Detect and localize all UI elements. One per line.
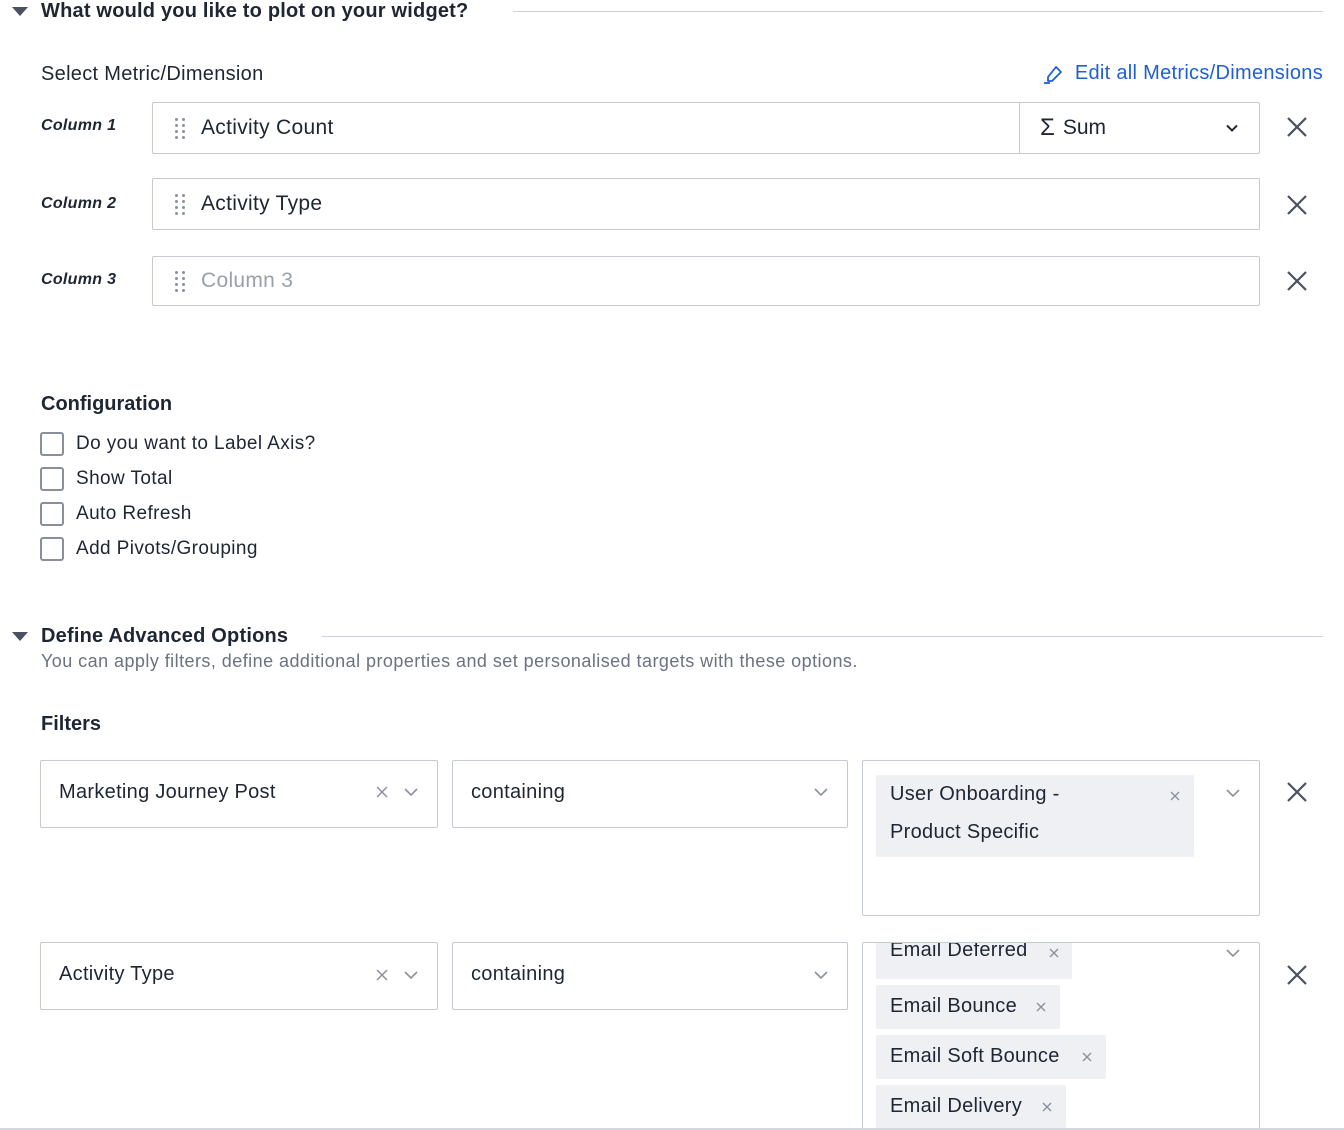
- clear-icon[interactable]: [376, 969, 388, 981]
- remove-chip-icon[interactable]: [1082, 1052, 1092, 1062]
- close-icon: [1287, 195, 1307, 215]
- remove-column-3-button[interactable]: [1284, 268, 1310, 294]
- remove-chip-icon[interactable]: [1036, 1002, 1046, 1012]
- filter-2-operator-select[interactable]: containing: [452, 942, 848, 1010]
- close-icon: [1287, 782, 1307, 802]
- value-chip: User Onboarding - Product Specific: [876, 775, 1194, 857]
- sigma-icon: Σ: [1040, 114, 1055, 141]
- chevron-down-icon[interactable]: [813, 967, 829, 983]
- drag-handle-icon[interactable]: [175, 268, 185, 294]
- configuration-title: Configuration: [41, 393, 173, 415]
- remove-filter-2-button[interactable]: [1284, 962, 1310, 988]
- chevron-down-icon[interactable]: [403, 784, 419, 800]
- checkbox-box[interactable]: [40, 432, 64, 456]
- chevron-down-icon[interactable]: [1225, 785, 1241, 801]
- remove-column-1-button[interactable]: [1284, 114, 1310, 140]
- edit-metrics-label: Edit all Metrics/Dimensions: [1074, 62, 1323, 84]
- column-1-value: Activity Count: [201, 116, 334, 139]
- advanced-section-title: Define Advanced Options: [41, 625, 289, 647]
- checkbox-box[interactable]: [40, 537, 64, 561]
- checkbox-box[interactable]: [40, 502, 64, 526]
- remove-chip-icon[interactable]: [1170, 791, 1180, 801]
- chevron-down-icon[interactable]: [403, 967, 419, 983]
- value-chip: Email Soft Bounce: [876, 1035, 1106, 1079]
- filter-field-value: Activity Type: [59, 963, 175, 985]
- checkbox-label: Show Total: [76, 468, 173, 489]
- filters-title: Filters: [41, 713, 102, 735]
- chevron-down-icon: [1226, 124, 1238, 132]
- column-2-label: Column 2: [41, 195, 117, 212]
- filter-2-values-select[interactable]: Email Deferred Email Bounce Email Soft B…: [862, 942, 1260, 1130]
- filter-1-field-select[interactable]: Marketing Journey Post: [40, 760, 438, 828]
- remove-filter-1-button[interactable]: [1284, 779, 1310, 805]
- aggregation-select[interactable]: Σ Sum: [1019, 103, 1259, 153]
- collapse-caret-icon[interactable]: [12, 632, 28, 641]
- remove-chip-icon[interactable]: [1042, 1102, 1052, 1112]
- column-1-label: Column 1: [41, 117, 117, 134]
- close-icon: [1287, 271, 1307, 291]
- checkbox-label: Auto Refresh: [76, 503, 192, 524]
- chip-label: Email Deferred: [890, 943, 1028, 961]
- remove-chip-icon[interactable]: [1049, 948, 1059, 958]
- checkbox-label: Do you want to Label Axis?: [76, 433, 316, 454]
- filter-field-value: Marketing Journey Post: [59, 781, 276, 803]
- chevron-down-icon[interactable]: [813, 784, 829, 800]
- filter-2-field-select[interactable]: Activity Type: [40, 942, 438, 1010]
- value-chip: Email Bounce: [876, 985, 1060, 1029]
- add-pivots-checkbox[interactable]: Add Pivots/Grouping: [40, 537, 258, 561]
- aggregation-value: Sum: [1062, 116, 1107, 139]
- value-chip: Email Deferred: [876, 943, 1072, 979]
- auto-refresh-checkbox[interactable]: Auto Refresh: [40, 502, 192, 526]
- filter-operator-value: containing: [471, 781, 566, 803]
- show-total-checkbox[interactable]: Show Total: [40, 467, 173, 491]
- chevron-down-icon[interactable]: [1225, 945, 1241, 961]
- plot-section-divider: [513, 11, 1323, 12]
- column-3-label: Column 3: [41, 271, 117, 288]
- remove-column-2-button[interactable]: [1284, 192, 1310, 218]
- filter-1-values-select[interactable]: User Onboarding - Product Specific: [862, 760, 1260, 916]
- edit-metrics-link[interactable]: Edit all Metrics/Dimensions: [1043, 62, 1323, 85]
- collapse-caret-icon[interactable]: [12, 7, 28, 16]
- checkbox-box[interactable]: [40, 467, 64, 491]
- chip-label: Email Delivery: [890, 1095, 1023, 1117]
- advanced-section-subtitle: You can apply filters, define additional…: [41, 651, 858, 671]
- checkbox-label: Add Pivots/Grouping: [76, 538, 258, 559]
- pencil-icon: [1043, 65, 1062, 84]
- chip-label-line-1: User Onboarding -: [890, 783, 1060, 805]
- value-chip: Email Delivery: [876, 1085, 1066, 1129]
- column-2-value: Activity Type: [201, 192, 323, 215]
- chip-label-line-2: Product Specific: [890, 821, 1040, 843]
- label-axis-checkbox[interactable]: Do you want to Label Axis?: [40, 432, 316, 456]
- column-3-field[interactable]: Column 3: [152, 256, 1260, 306]
- chip-label: Email Soft Bounce: [890, 1045, 1060, 1067]
- close-icon: [1287, 965, 1307, 985]
- drag-handle-icon[interactable]: [175, 115, 185, 141]
- column-1-field[interactable]: Activity Count Σ Sum: [152, 102, 1260, 154]
- drag-handle-icon[interactable]: [175, 191, 185, 217]
- filter-operator-value: containing: [471, 963, 566, 985]
- select-metric-label: Select Metric/Dimension: [41, 63, 264, 85]
- chip-label: Email Bounce: [890, 995, 1017, 1017]
- column-3-placeholder: Column 3: [201, 269, 294, 292]
- values-scroll-area[interactable]: Email Deferred Email Bounce Email Soft B…: [863, 943, 1259, 1130]
- column-2-field[interactable]: Activity Type: [152, 178, 1260, 230]
- clear-icon[interactable]: [376, 786, 388, 798]
- plot-section-title: What would you like to plot on your widg…: [41, 0, 469, 22]
- close-icon: [1287, 117, 1307, 137]
- filter-1-operator-select[interactable]: containing: [452, 760, 848, 828]
- advanced-section-divider: [322, 636, 1323, 637]
